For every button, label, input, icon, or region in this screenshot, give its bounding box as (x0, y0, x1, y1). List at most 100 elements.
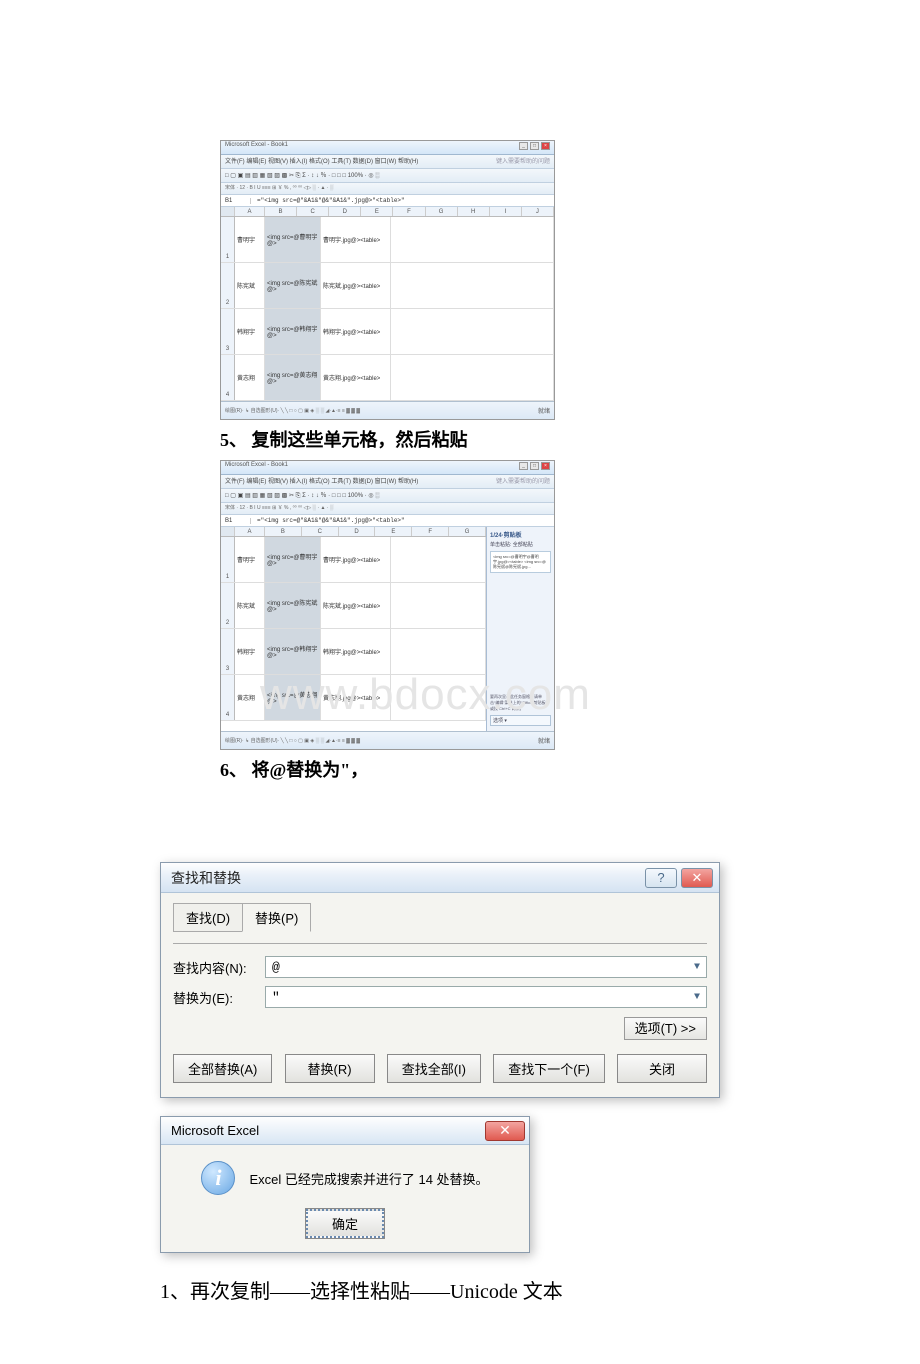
cell[interactable] (391, 537, 486, 582)
select-all-corner[interactable] (221, 207, 235, 216)
cell[interactable]: 曹明宇 (235, 537, 265, 582)
col-D[interactable]: D (339, 527, 376, 536)
cell[interactable]: 陈宪斌.jpg@><table> (321, 583, 391, 628)
find-all-button[interactable]: 查找全部(I) (387, 1054, 481, 1083)
cell[interactable] (391, 263, 554, 308)
cell[interactable] (391, 355, 554, 400)
select-all-corner[interactable] (221, 527, 235, 536)
cell[interactable]: <img src=@黄志翔@> (265, 355, 321, 400)
name-box[interactable]: B1 (225, 518, 251, 524)
cell[interactable] (391, 583, 486, 628)
table-row[interactable]: 4 黄志翔 <img src=@黄志翔@> 黄志翔.jpg@><table> (221, 675, 486, 721)
formula-content[interactable]: ="<img src=@"&A1&"@&"&A1&".jpg@>"<table>… (257, 517, 405, 524)
clipboard-pane[interactable]: 1/24·剪贴板 单击粘贴: 全部粘贴 <img src=@曹明宇@曹明宇.jp… (486, 527, 554, 731)
replace-input[interactable]: " ▼ (265, 986, 707, 1008)
table-row[interactable]: 4 黄志翔 <img src=@黄志翔@> 黄志翔.jpg@><table> (221, 355, 554, 401)
cell[interactable] (391, 217, 554, 262)
table-row[interactable]: 2 陈宪斌 <img src=@陈宪斌@> 陈宪斌.jpg@><table> (221, 583, 486, 629)
row-header[interactable]: 2 (221, 583, 235, 628)
col-G[interactable]: G (426, 207, 458, 216)
row-header[interactable]: 4 (221, 675, 235, 720)
close-icon[interactable]: × (541, 462, 550, 470)
menu-bar[interactable]: 文件(F) 编辑(E) 视图(V) 插入(I) 格式(O) 工具(T) 数据(D… (221, 475, 554, 489)
close-icon[interactable]: ✕ (681, 868, 713, 888)
cell[interactable]: 曹明宇.jpg@><table> (321, 537, 391, 582)
cell[interactable]: <img src=@曹明宇@> (265, 217, 321, 262)
col-A[interactable]: A (235, 207, 265, 216)
cell[interactable]: 陈宪斌 (235, 263, 265, 308)
cell[interactable]: 曹明宇 (235, 217, 265, 262)
row-header[interactable]: 3 (221, 309, 235, 354)
cell[interactable]: <img src=@陈宪斌@> (265, 583, 321, 628)
col-I[interactable]: I (490, 207, 522, 216)
col-G[interactable]: G (449, 527, 486, 536)
drawing-toolbar[interactable]: 绘图(R)· ↳ 自选图形(U)· ╲ ╲ □ ○ ▢ ▣ ◈ ░ ░ ◢·▲·… (225, 737, 360, 744)
col-B[interactable]: B (265, 527, 302, 536)
cell[interactable]: 黄志翔.jpg@><table> (321, 675, 391, 720)
msgbox-titlebar[interactable]: Microsoft Excel ✕ (161, 1117, 529, 1145)
cell[interactable]: 黄志翔 (235, 355, 265, 400)
cell[interactable] (391, 309, 554, 354)
col-E[interactable]: E (361, 207, 393, 216)
cell[interactable] (391, 629, 486, 674)
col-B[interactable]: B (265, 207, 297, 216)
find-input[interactable]: @ ▼ (265, 956, 707, 978)
minimize-icon[interactable]: _ (519, 142, 528, 150)
cell[interactable]: <img src=@曹明宇@> (265, 537, 321, 582)
formula-bar[interactable]: B1 ="<img src=@"&A1&"@&"&A1&".jpg@>"<tab… (221, 515, 554, 527)
name-box[interactable]: B1 (225, 198, 251, 204)
col-E[interactable]: E (375, 527, 412, 536)
cell[interactable]: <img src=@韩翔宇@> (265, 309, 321, 354)
cell[interactable]: 韩翔宇.jpg@><table> (321, 629, 391, 674)
toolbar-formatting[interactable]: 宋体 · 12 · B I U ≡≡≡ ⊞ ￥ % , ⁰⁰ ⁰⁰ ◁▷ ░ ·… (221, 503, 554, 515)
cell[interactable] (391, 675, 486, 720)
toolbar-formatting[interactable]: 宋体 · 12 · B I U ≡≡≡ ⊞ ￥ % , ⁰⁰ ⁰⁰ ◁▷ ░ ·… (221, 183, 554, 195)
col-H[interactable]: H (458, 207, 490, 216)
close-icon[interactable]: × (541, 142, 550, 150)
dropdown-icon[interactable]: ▼ (694, 992, 700, 1003)
clipboard-options-button[interactable]: 选项 ▾ (490, 715, 551, 726)
options-button[interactable]: 选项(T) >> (624, 1017, 707, 1040)
cell[interactable]: <img src=@韩翔宇@> (265, 629, 321, 674)
cell[interactable]: 曹明宇.jpg@><table> (321, 217, 391, 262)
close-icon[interactable]: ✕ (485, 1121, 525, 1141)
col-C[interactable]: C (297, 207, 329, 216)
formula-content[interactable]: ="<img src=@"&A1&"@&"&A1&".jpg@>"<table>… (257, 197, 405, 204)
cell[interactable]: 黄志翔 (235, 675, 265, 720)
spreadsheet-grid[interactable]: A B C D E F G 1 曹明宇 <img src=@曹明宇@> 曹明宇.… (221, 527, 486, 731)
formula-bar[interactable]: B1 ="<img src=@"&A1&"@&"&A1&".jpg@>"<tab… (221, 195, 554, 207)
row-header[interactable]: 2 (221, 263, 235, 308)
cell[interactable]: 陈宪斌 (235, 583, 265, 628)
menu-bar[interactable]: 文件(F) 编辑(E) 视图(V) 插入(I) 格式(O) 工具(T) 数据(D… (221, 155, 554, 169)
cell[interactable]: <img src=@黄志翔@> (265, 675, 321, 720)
maximize-icon[interactable]: □ (530, 142, 539, 150)
toolbar-standard[interactable]: □ ▢ ▣ ▤ ▥ ▦ ▧ ▨ ▩ ✂ ⎘ Σ · ↕ ↓ ％ · □ □ □ … (221, 169, 554, 183)
table-row[interactable]: 3 韩翔宇 <img src=@韩翔宇@> 韩翔宇.jpg@><table> (221, 629, 486, 675)
row-header[interactable]: 1 (221, 217, 235, 262)
cell[interactable]: 韩翔宇.jpg@><table> (321, 309, 391, 354)
spreadsheet-grid[interactable]: A B C D E F G H I J 1 曹明宇 <img src=@曹明宇@… (221, 207, 554, 401)
table-row[interactable]: 1 曹明宇 <img src=@曹明宇@> 曹明宇.jpg@><table> (221, 217, 554, 263)
row-header[interactable]: 4 (221, 355, 235, 400)
col-F[interactable]: F (393, 207, 425, 216)
col-F[interactable]: F (412, 527, 449, 536)
tab-find[interactable]: 查找(D) (173, 903, 243, 932)
cell[interactable]: 韩翔宇 (235, 309, 265, 354)
row-header[interactable]: 3 (221, 629, 235, 674)
col-J[interactable]: J (522, 207, 554, 216)
cell[interactable]: 黄志翔.jpg@><table> (321, 355, 391, 400)
ok-button[interactable]: 确定 (306, 1209, 384, 1238)
maximize-icon[interactable]: □ (530, 462, 539, 470)
col-C[interactable]: C (302, 527, 339, 536)
close-button[interactable]: 关闭 (617, 1054, 707, 1083)
dropdown-icon[interactable]: ▼ (694, 962, 700, 973)
replace-all-button[interactable]: 全部替换(A) (173, 1054, 272, 1083)
col-D[interactable]: D (329, 207, 361, 216)
dialog-titlebar[interactable]: 查找和替换 ? ✕ (161, 863, 719, 893)
toolbar-standard[interactable]: □ ▢ ▣ ▤ ▥ ▦ ▧ ▨ ▩ ✂ ⎘ Σ · ↕ ↓ ％ · □ □ □ … (221, 489, 554, 503)
cell[interactable]: <img src=@陈宪斌@> (265, 263, 321, 308)
drawing-toolbar[interactable]: 绘图(R)· ↳ 自选图形(U)· ╲ ╲ □ ○ ▢ ▣ ◈ ░ ░ ◢·▲·… (225, 407, 360, 414)
row-header[interactable]: 1 (221, 537, 235, 582)
help-icon[interactable]: ? (645, 868, 677, 888)
cell[interactable]: 韩翔宇 (235, 629, 265, 674)
